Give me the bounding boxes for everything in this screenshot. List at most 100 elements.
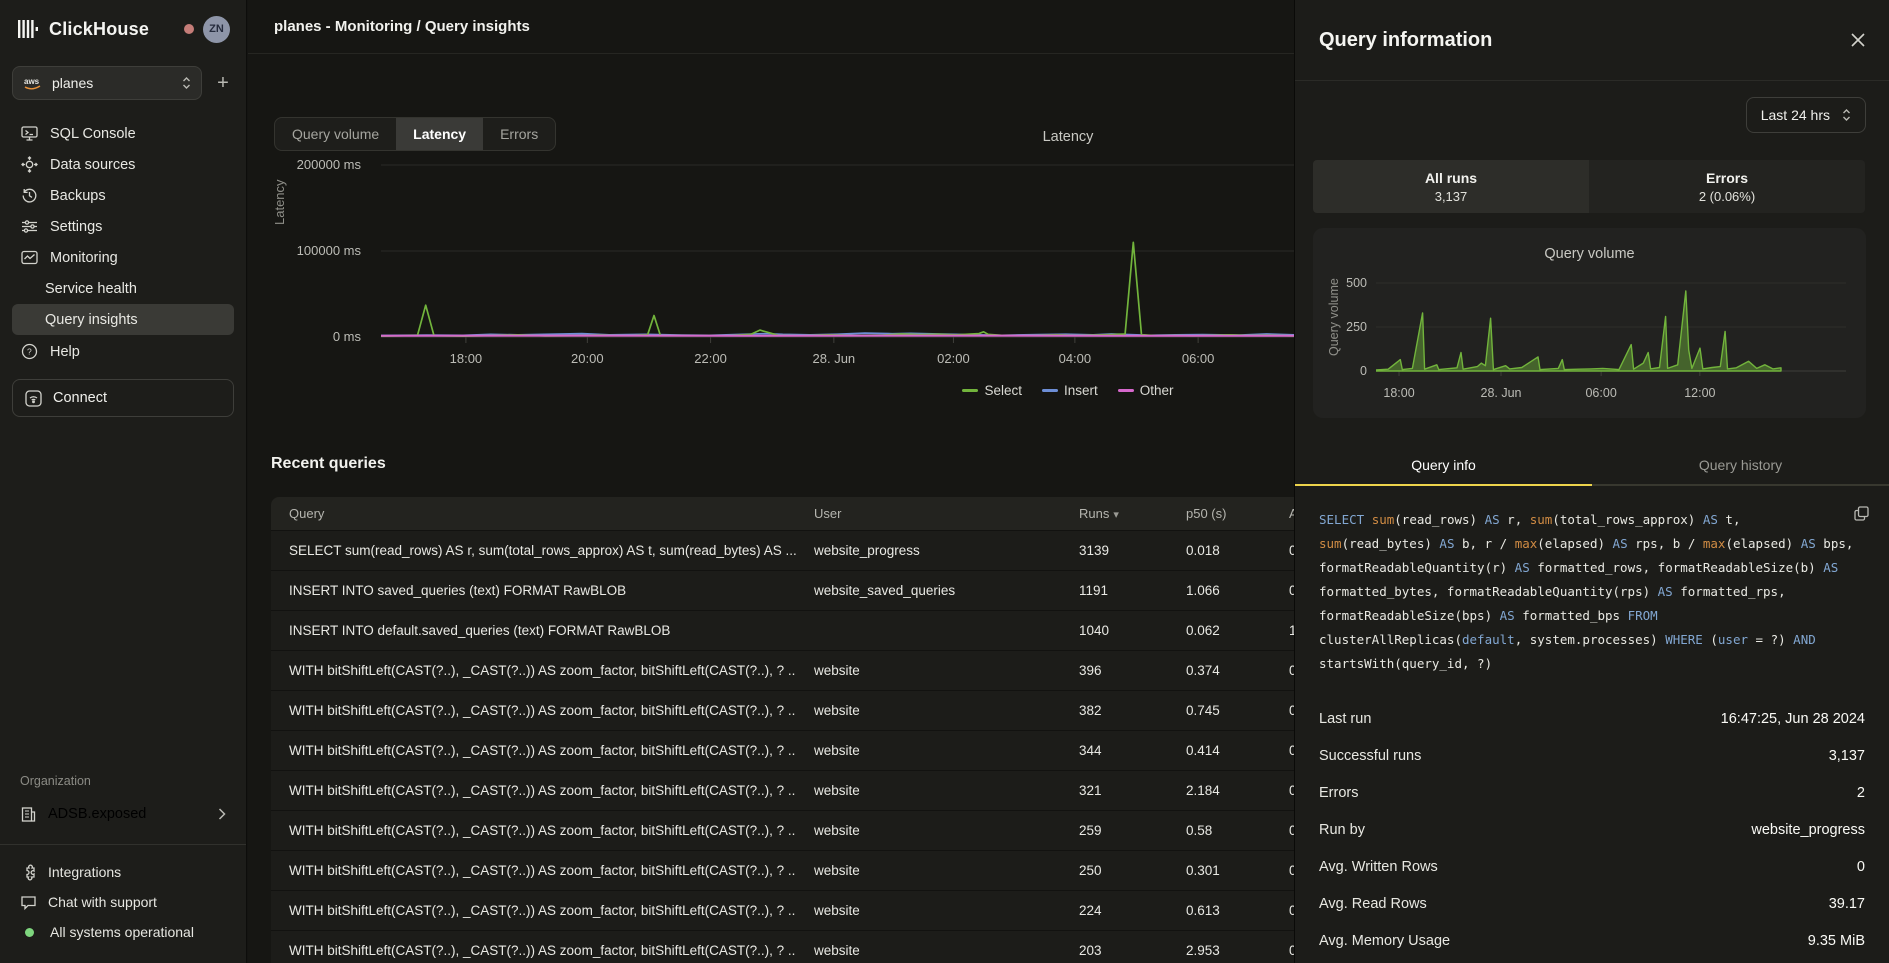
cell-user: website xyxy=(796,823,1061,838)
copy-icon[interactable] xyxy=(1854,506,1869,521)
column-header-avg-[interactable]: Avg. xyxy=(1271,506,1294,521)
sql-token: (read_bytes) xyxy=(1342,536,1440,551)
sql-token: formatted_bps xyxy=(1515,608,1628,623)
cell-runs: 3139 xyxy=(1061,543,1168,558)
summary-tab-label: Errors xyxy=(1706,170,1748,186)
sql-token: AS xyxy=(1439,536,1454,551)
sidebar-item-settings[interactable]: Settings xyxy=(12,211,234,242)
sql-token: AND xyxy=(1793,632,1816,647)
add-service-button[interactable]: + xyxy=(212,73,234,93)
table-row[interactable]: WITH bitShiftLeft(CAST(?..), _CAST(?..))… xyxy=(271,810,1294,850)
cell-p50: 0.745 xyxy=(1168,703,1271,718)
y-tick-label: 200000 ms xyxy=(261,157,361,173)
sidebar-nav: SQL Console Data sources Backups Setting… xyxy=(12,118,234,273)
stat-value: website_progress xyxy=(1751,822,1865,838)
tab-query-history[interactable]: Query history xyxy=(1592,448,1889,484)
terminal-icon xyxy=(20,124,39,143)
sidebar-item-integrations[interactable]: Integrations xyxy=(12,857,234,887)
latency-plot xyxy=(381,157,1294,347)
project-row: aws planes + xyxy=(12,66,234,100)
cell-query: WITH bitShiftLeft(CAST(?..), _CAST(?..))… xyxy=(271,823,796,838)
sidebar-item-help[interactable]: ? Help xyxy=(12,336,234,367)
sql-token: clusterAllReplicas( xyxy=(1319,632,1462,647)
sidebar-item-data-sources[interactable]: Data sources xyxy=(12,149,234,180)
recent-queries-table: QueryUserRuns▾p50 (s)Avg. SELECT sum(rea… xyxy=(271,497,1294,963)
sql-token: r, xyxy=(1500,512,1530,527)
table-header-row: QueryUserRuns▾p50 (s)Avg. xyxy=(271,497,1294,530)
stat-value: 39.17 xyxy=(1829,896,1865,912)
column-header-p50-s-[interactable]: p50 (s) xyxy=(1168,506,1271,521)
sidebar-item-backups[interactable]: Backups xyxy=(12,180,234,211)
close-icon[interactable] xyxy=(1851,33,1865,47)
panel-title: Query information xyxy=(1319,29,1492,52)
column-header-runs[interactable]: Runs▾ xyxy=(1061,506,1168,521)
avatar[interactable]: ZN xyxy=(203,16,230,43)
table-row[interactable]: WITH bitShiftLeft(CAST(?..), _CAST(?..))… xyxy=(271,770,1294,810)
cell-p50: 0.58 xyxy=(1168,823,1271,838)
table-row[interactable]: WITH bitShiftLeft(CAST(?..), _CAST(?..))… xyxy=(271,730,1294,770)
table-row[interactable]: WITH bitShiftLeft(CAST(?..), _CAST(?..))… xyxy=(271,690,1294,730)
column-header-user[interactable]: User xyxy=(796,506,1061,521)
aws-icon: aws xyxy=(23,76,43,90)
cell-avg: 0 xyxy=(1271,663,1294,678)
chevron-right-icon xyxy=(218,808,226,820)
cell-query: WITH bitShiftLeft(CAST(?..), _CAST(?..))… xyxy=(271,943,796,958)
legend-item-select[interactable]: Select xyxy=(962,383,1022,398)
backups-icon xyxy=(20,186,39,205)
legend-item-other[interactable]: Other xyxy=(1118,383,1174,398)
sidebar-item-monitoring[interactable]: Monitoring xyxy=(12,242,234,273)
cell-user: website xyxy=(796,943,1061,958)
x-tick-label: 18:00 xyxy=(431,351,501,366)
tab-query-info[interactable]: Query info xyxy=(1295,448,1592,484)
connect-icon xyxy=(25,390,42,407)
table-row[interactable]: WITH bitShiftLeft(CAST(?..), _CAST(?..))… xyxy=(271,890,1294,930)
table-row[interactable]: WITH bitShiftLeft(CAST(?..), _CAST(?..))… xyxy=(271,930,1294,963)
cell-p50: 0.062 xyxy=(1168,623,1271,638)
chevron-updown-icon xyxy=(182,77,191,89)
cell-p50: 0.374 xyxy=(1168,663,1271,678)
table-row[interactable]: INSERT INTO default.saved_queries (text)… xyxy=(271,610,1294,650)
cell-user: website_saved_queries xyxy=(796,583,1061,598)
stat-row: Run by website_progress xyxy=(1319,811,1865,848)
volume-y-tick-label: 250 xyxy=(1331,319,1367,335)
cell-runs: 203 xyxy=(1061,943,1168,958)
legend-item-insert[interactable]: Insert xyxy=(1042,383,1098,398)
table-row[interactable]: WITH bitShiftLeft(CAST(?..), _CAST(?..))… xyxy=(271,650,1294,690)
table-row[interactable]: SELECT sum(read_rows) AS r, sum(total_ro… xyxy=(271,530,1294,570)
summary-tab-errors[interactable]: Errors 2 (0.06%) xyxy=(1589,160,1865,213)
volume-y-tick-label: 0 xyxy=(1331,363,1367,379)
cell-query: INSERT INTO default.saved_queries (text)… xyxy=(271,623,796,638)
sidebar-item-chat-with-support[interactable]: Chat with support xyxy=(12,887,234,917)
stat-row: Avg. Memory Usage 9.35 MiB xyxy=(1319,922,1865,959)
stat-label: Avg. Read Rows xyxy=(1319,896,1427,912)
table-row[interactable]: INSERT INTO saved_queries (text) FORMAT … xyxy=(271,570,1294,610)
column-header-query[interactable]: Query xyxy=(271,506,796,521)
cell-runs: 1191 xyxy=(1061,583,1168,598)
sidebar-item-all-systems-operational[interactable]: All systems operational xyxy=(12,917,234,947)
cell-query: WITH bitShiftLeft(CAST(?..), _CAST(?..))… xyxy=(271,863,796,878)
cell-user: website xyxy=(796,783,1061,798)
sql-token: b, r / xyxy=(1454,536,1514,551)
volume-x-tick-label: 12:00 xyxy=(1670,386,1730,400)
legend-swatch xyxy=(1042,389,1058,392)
connect-button[interactable]: Connect xyxy=(12,379,234,417)
cell-user: website xyxy=(796,743,1061,758)
sql-text: SELECT sum(read_rows) AS r, sum(total_ro… xyxy=(1319,508,1854,676)
y-tick-label: 100000 ms xyxy=(261,243,361,259)
stat-value: 9.35 MiB xyxy=(1808,933,1865,949)
organization-row[interactable]: ADSB.exposed xyxy=(12,798,234,830)
notification-dot xyxy=(184,24,194,34)
cell-user: website xyxy=(796,663,1061,678)
cell-query: INSERT INTO saved_queries (text) FORMAT … xyxy=(271,583,796,598)
sidebar-item-service-health[interactable]: Service health xyxy=(12,273,234,304)
cell-query: WITH bitShiftLeft(CAST(?..), _CAST(?..))… xyxy=(271,783,796,798)
summary-tab-all-runs[interactable]: All runs 3,137 xyxy=(1313,160,1589,213)
table-row[interactable]: WITH bitShiftLeft(CAST(?..), _CAST(?..))… xyxy=(271,850,1294,890)
stat-row: Last run 16:47:25, Jun 28 2024 xyxy=(1319,700,1865,737)
sidebar-item-sql-console[interactable]: SQL Console xyxy=(12,118,234,149)
sidebar-item-query-insights[interactable]: Query insights xyxy=(12,304,234,335)
project-selector[interactable]: aws planes xyxy=(12,66,202,100)
stat-row: Errors 2 xyxy=(1319,774,1865,811)
time-range-select[interactable]: Last 24 hrs xyxy=(1746,97,1866,133)
sql-token: default xyxy=(1462,632,1515,647)
